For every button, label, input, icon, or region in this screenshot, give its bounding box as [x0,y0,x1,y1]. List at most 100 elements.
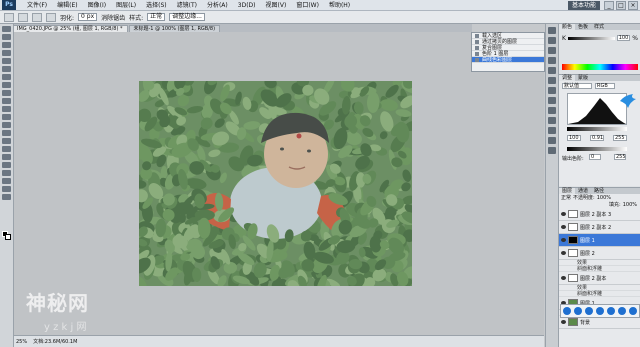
lasso-tool-icon[interactable] [2,42,11,48]
gradient-tool-icon[interactable] [2,114,11,120]
hand-tool-icon[interactable] [2,186,11,192]
menu-item-4[interactable]: 选择(S) [141,0,172,11]
input-white[interactable]: 255 [613,135,627,141]
layer-row[interactable]: 图层 2 副本 2 [559,221,640,234]
close-button[interactable]: × [628,1,638,10]
menu-item-1[interactable]: 编辑(E) [52,0,82,11]
menu-item-5[interactable]: 滤镜(T) [172,0,202,11]
move-tool-icon[interactable] [2,26,11,32]
shortcut-icon-6[interactable] [618,307,627,315]
menu-item-7[interactable]: 3D(D) [233,0,261,11]
add-selection-icon[interactable] [32,12,42,22]
canvas-area[interactable] [14,32,544,335]
tab-color[interactable]: 颜色 [559,24,576,30]
channels-panel-icon[interactable] [548,107,556,114]
layer-row[interactable]: 图层 2 副本 [559,272,640,285]
menu-item-0[interactable]: 文件(F) [22,0,52,11]
levels-histogram[interactable] [567,93,627,125]
menu-item-3[interactable]: 图层(L) [111,0,141,11]
menu-item-9[interactable]: 窗口(W) [291,0,324,11]
zoom-tool-icon[interactable] [2,194,11,200]
paths-panel-icon[interactable] [548,117,556,124]
crop-tool-icon[interactable] [2,58,11,64]
input-gradient[interactable] [567,127,627,131]
output-black[interactable]: 0 [589,154,601,160]
adjust-panel-icon[interactable] [548,77,556,84]
tab-swatches[interactable]: 色板 [575,24,591,30]
tab-masks[interactable]: 蒙版 [575,75,591,81]
menu-item-6[interactable]: 分析(A) [202,0,233,11]
clone-panel-icon[interactable] [548,137,556,144]
pen-tool-icon[interactable] [2,138,11,144]
char-panel-icon[interactable] [548,147,556,154]
masks-panel-icon[interactable] [548,87,556,94]
k-slider[interactable] [567,36,615,40]
layer-row[interactable]: 图层 1 [559,234,640,247]
feather-input[interactable]: 0 px [78,13,98,21]
k-value[interactable]: 100 [616,35,631,41]
zoom-level[interactable]: 25% [16,339,27,345]
input-black[interactable]: 100 [567,135,581,141]
dodge-tool-icon[interactable] [2,130,11,136]
tab-document-2[interactable]: 未标题-1 @ 100% (图层 1, RGB/8) [128,25,221,32]
minimize-button[interactable]: _ [604,1,614,10]
tab-document-1[interactable]: IMG_0420.JPG @ 25% (组, 图层 1, RGB/8) * [12,25,128,32]
eye-icon[interactable] [561,320,566,324]
channel-select[interactable]: RGB [595,83,615,89]
refine-edge-button[interactable]: 调整边缘... [169,13,205,21]
actions-panel-icon[interactable] [548,37,556,44]
shortcut-icon-7[interactable] [629,307,638,315]
swatches-panel-icon[interactable] [548,57,556,64]
brush-tool-icon[interactable] [2,82,11,88]
tab-styles[interactable]: 样式 [591,24,607,30]
menu-item-2[interactable]: 图像(I) [83,0,111,11]
blur-tool-icon[interactable] [2,122,11,128]
type-tool-icon[interactable] [2,146,11,152]
fill-value[interactable]: 100% [623,202,637,208]
eyedropper-tool-icon[interactable] [2,66,11,72]
shortcut-icon-3[interactable] [584,307,593,315]
stamp-tool-icon[interactable] [2,90,11,96]
eye-icon[interactable] [561,251,566,255]
layers-panel-icon[interactable] [548,97,556,104]
history-item[interactable]: 曲线色彩图层 [472,57,544,63]
maximize-button[interactable]: □ [616,1,626,10]
blend-mode-select[interactable]: 正常 [561,194,571,201]
heal-tool-icon[interactable] [2,74,11,80]
style-select[interactable]: 正常 [147,13,166,21]
quick-select-tool-icon[interactable] [2,50,11,56]
color-panel-icon[interactable] [548,47,556,54]
shortcut-icon-2[interactable] [573,307,582,315]
shape-tool-icon[interactable] [2,162,11,168]
photo-image[interactable] [139,81,412,286]
eye-icon[interactable] [561,225,566,229]
shortcut-icon-1[interactable] [562,307,571,315]
opacity-value[interactable]: 100% [597,195,611,201]
layer-row[interactable]: 图层 2 [559,247,640,260]
eye-icon[interactable] [561,212,566,216]
menu-item-10[interactable]: 帮助(H) [324,0,355,11]
preset-select[interactable]: 默认值 [562,83,592,89]
output-white[interactable]: 255 [614,154,626,160]
input-gamma[interactable]: 0.91 [590,135,604,141]
color-spectrum[interactable] [562,64,638,70]
eye-icon[interactable] [561,238,566,242]
marquee-tool-icon[interactable] [2,34,11,40]
eraser-tool-icon[interactable] [2,106,11,112]
shortcut-icon-4[interactable] [595,307,604,315]
menu-item-8[interactable]: 视图(V) [261,0,292,11]
history-brush-tool-icon[interactable] [2,98,11,104]
subtract-selection-icon[interactable] [46,12,56,22]
brush-panel-icon[interactable] [548,127,556,134]
output-gradient[interactable] [567,147,627,151]
shortcut-icon-5[interactable] [607,307,616,315]
tab-adjustments[interactable]: 调整 [559,75,576,81]
workspace-button[interactable]: 基本功能 [567,1,600,10]
layer-row[interactable]: 图层 2 副本 3 [559,208,640,221]
eye-icon[interactable] [561,276,566,280]
marquee-tool-icon[interactable] [4,12,14,22]
new-selection-icon[interactable] [18,12,28,22]
path-select-tool-icon[interactable] [2,154,11,160]
background-color-swatch[interactable] [5,234,11,240]
3d-rotate-tool-icon[interactable] [2,170,11,176]
